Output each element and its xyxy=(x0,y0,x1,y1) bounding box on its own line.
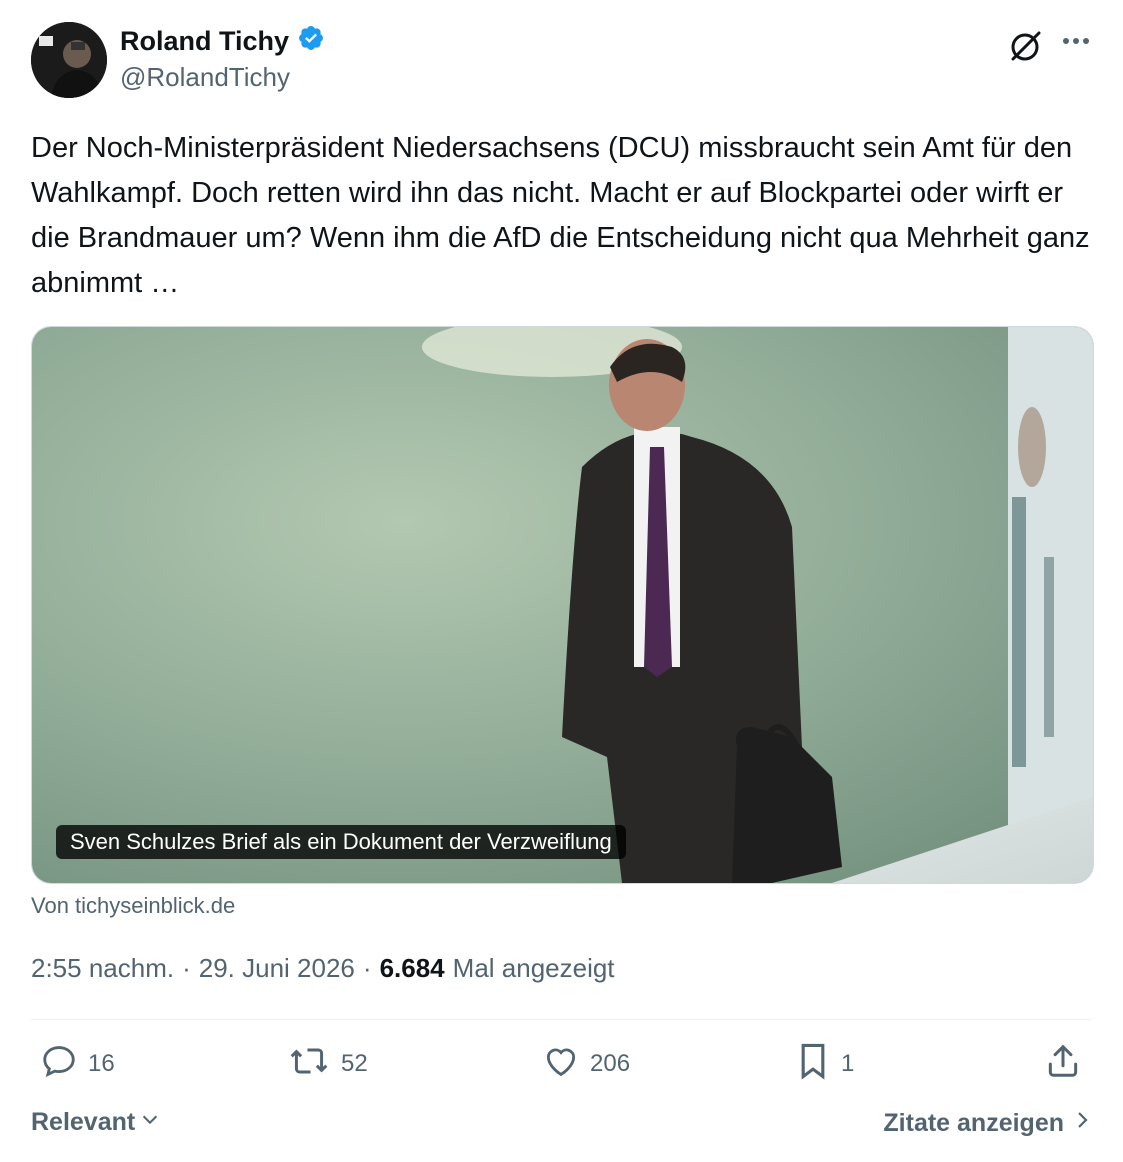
reply-button[interactable]: 16 xyxy=(40,1042,115,1086)
retweet-icon xyxy=(287,1042,331,1087)
card-caption: Sven Schulzes Brief als ein Dokument der… xyxy=(56,825,626,859)
verified-badge-icon xyxy=(297,24,325,59)
avatar[interactable] xyxy=(31,22,107,98)
author-handle[interactable]: @RolandTichy xyxy=(120,62,290,93)
quotes-label: Zitate anzeigen xyxy=(883,1109,1064,1137)
chevron-down-icon xyxy=(139,1108,161,1137)
more-icon[interactable] xyxy=(1058,25,1094,61)
like-icon xyxy=(542,1042,580,1087)
tweet-time[interactable]: 2:55 nachm. xyxy=(31,953,174,984)
tweet-text: Der Noch-Ministerpräsident Niedersachsen… xyxy=(31,132,1090,299)
sort-dropdown[interactable]: Relevant xyxy=(31,1108,161,1137)
author-name[interactable]: Roland Tichy xyxy=(120,26,289,57)
tweet-meta: 2:55 nachm. · 29. Juni 2026 · 6.684 Mal … xyxy=(31,953,615,984)
bookmark-icon xyxy=(795,1041,831,1088)
reply-count: 16 xyxy=(88,1050,115,1077)
bookmark-button[interactable]: 1 xyxy=(795,1042,854,1086)
divider xyxy=(31,1019,1092,1020)
reply-icon xyxy=(40,1042,78,1087)
meta-separator: · xyxy=(182,953,191,983)
bookmark-count: 1 xyxy=(841,1050,855,1077)
share-button[interactable] xyxy=(1044,1042,1082,1086)
retweet-button[interactable]: 52 xyxy=(287,1042,368,1086)
author-name-row[interactable]: Roland Tichy xyxy=(120,24,325,59)
chevron-right-icon xyxy=(1072,1108,1092,1139)
quotes-link[interactable]: Zitate anzeigen xyxy=(883,1108,1092,1139)
link-card[interactable]: Sven Schulzes Brief als ein Dokument der… xyxy=(31,326,1094,884)
view-label: Mal angezeigt xyxy=(452,953,615,983)
sort-label: Relevant xyxy=(31,1108,136,1136)
meta-separator: · xyxy=(362,953,372,983)
like-count: 206 xyxy=(590,1050,631,1077)
view-count: 6.684 xyxy=(379,953,445,983)
share-icon xyxy=(1044,1042,1082,1087)
grok-icon[interactable] xyxy=(1005,25,1045,65)
card-image xyxy=(32,327,1093,883)
like-button[interactable]: 206 xyxy=(542,1042,630,1086)
tweet-date[interactable]: 29. Juni 2026 xyxy=(199,953,355,984)
card-source[interactable]: Von tichyseinblick.de xyxy=(31,893,235,919)
retweet-count: 52 xyxy=(341,1050,368,1077)
